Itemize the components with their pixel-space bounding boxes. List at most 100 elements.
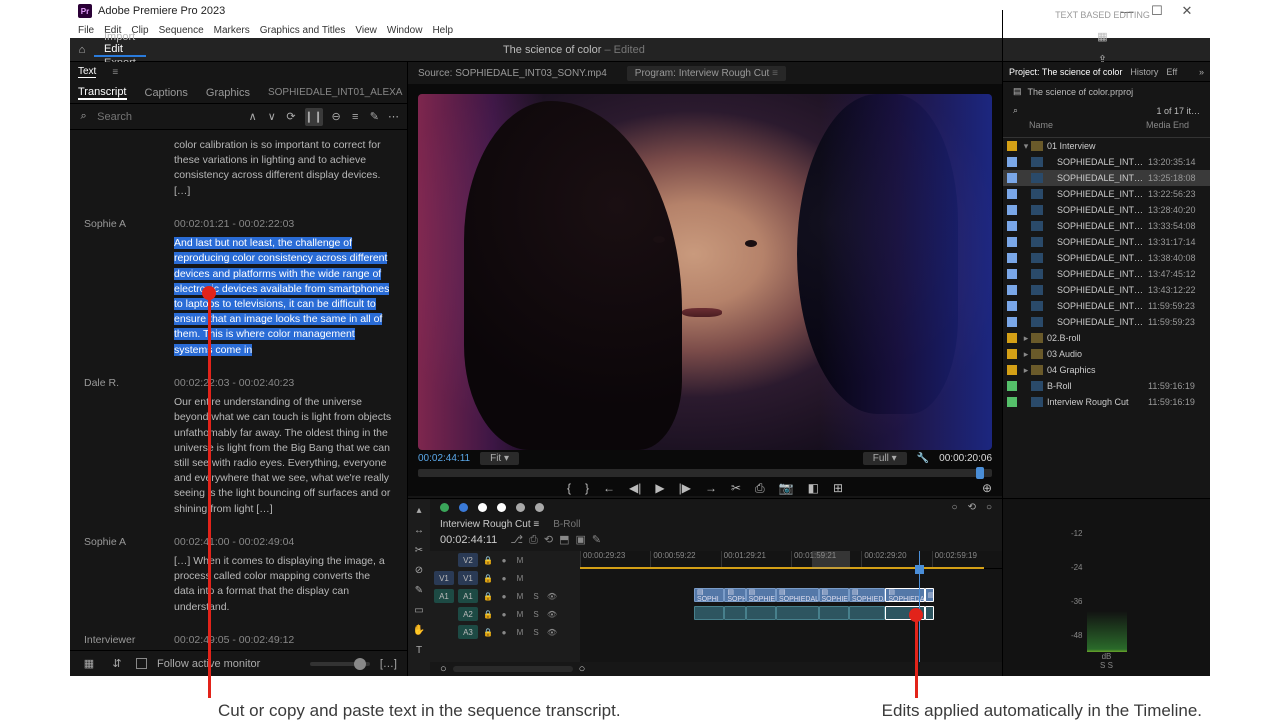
clip[interactable]: ▤ SOPHIE [746, 588, 776, 602]
clip[interactable] [819, 606, 849, 620]
tl-tool[interactable]: ↔ [412, 525, 426, 539]
timecode-range[interactable]: 00:02:49:05 - 00:02:49:12 [174, 633, 393, 648]
playback-btn-9[interactable]: 📷 [779, 481, 794, 496]
clip[interactable]: ▤ SOPHIEDALE_ [849, 588, 885, 602]
program-monitor-label[interactable]: Program: Interview Rough Cut ≡ [627, 66, 786, 81]
menu-markers[interactable]: Markers [214, 25, 250, 36]
playhead[interactable] [919, 551, 920, 662]
track-header-A3[interactable]: A3🔒●MS👁 [430, 623, 580, 641]
subtab-captions[interactable]: Captions [145, 87, 188, 99]
tl-control-icon[interactable]: ⎇ [510, 534, 523, 546]
transcript-text[interactable]: And last but not least, the challenge of… [174, 237, 389, 356]
workspace-import[interactable]: Import [94, 31, 146, 43]
source-monitor-label[interactable]: Source: SOPHIEDALE_INT03_SONY.mp4 [418, 68, 607, 79]
tl-toolbar-icon[interactable]: ○ [952, 502, 958, 513]
refresh-icon[interactable]: ⟳ [285, 108, 296, 126]
tl-control-icon[interactable]: ⬒ [559, 534, 569, 546]
tl-tool[interactable]: ✂ [412, 545, 426, 559]
home-icon[interactable]: ⌂ [70, 44, 94, 56]
project-item[interactable]: ▸02.B-roll [1003, 330, 1210, 346]
menu-graphics-and-titles[interactable]: Graphics and Titles [260, 25, 346, 36]
col-name[interactable]: Name [1009, 120, 1146, 137]
tab-history[interactable]: History [1130, 67, 1158, 77]
tl-tool[interactable]: ▭ [412, 605, 426, 619]
pause-filter-icon[interactable]: ❙❙ [305, 108, 323, 126]
menu-help[interactable]: Help [432, 25, 453, 36]
sequence-tab[interactable]: Interview Rough Cut ≡ [440, 519, 539, 530]
timecode-range[interactable]: 00:02:01:21 - 00:02:22:03 [174, 217, 393, 232]
tl-tool[interactable]: T [412, 645, 426, 659]
menu-window[interactable]: Window [387, 25, 423, 36]
zoom-in-icon[interactable]: ○ [579, 663, 586, 675]
playback-btn-1[interactable]: } [585, 481, 589, 496]
tl-toolbar-icon[interactable]: ⟲ [968, 502, 976, 513]
track-header-A1[interactable]: A1A1🔒●MS👁 [430, 587, 580, 605]
transcript-body[interactable]: color calibration is so important to cor… [70, 130, 407, 650]
project-item[interactable]: SOPHIEDALE_INT01_A13:20:35:14 [1003, 154, 1210, 170]
tl-tool[interactable]: ⊘ [412, 565, 426, 579]
program-monitor[interactable]: 00:02:44:11 Fit ▾ Full ▾ 🔧 00:00:20:06 {… [408, 84, 1002, 496]
playback-btn-6[interactable]: → [705, 481, 717, 496]
assembly-icon[interactable]: ▦ [1097, 30, 1107, 43]
clip[interactable] [724, 606, 745, 620]
clip[interactable]: ▤ SOPHI [694, 588, 724, 602]
playback-btn-3[interactable]: ◀| [629, 481, 641, 496]
zoom-out-icon[interactable]: ○ [440, 663, 447, 675]
project-item[interactable]: Interview Rough Cut11:59:16:19 [1003, 394, 1210, 410]
track-header-V2[interactable]: V2🔒●M [430, 551, 580, 569]
subtab-transcript[interactable]: Transcript [78, 86, 127, 100]
project-item[interactable]: SOPHIEDALE_INT03_IP11:59:59:23 [1003, 314, 1210, 330]
clip[interactable]: ▤ SOPHIEDAL [776, 588, 819, 602]
edit-icon[interactable]: ✎ [369, 108, 380, 126]
clip[interactable]: ▤ [925, 588, 934, 602]
clip[interactable] [925, 606, 934, 620]
text-based-editing-label[interactable]: TEXT BASED EDITING [1055, 10, 1150, 20]
project-item[interactable]: ▸03 Audio [1003, 346, 1210, 362]
filter-icon[interactable]: ⌕ [1013, 105, 1018, 116]
tab-text[interactable]: Text [78, 66, 96, 78]
tl-tool[interactable]: ✋ [412, 625, 426, 639]
tab-project[interactable]: Project: The science of color [1009, 67, 1122, 77]
track-header-V1[interactable]: V1V1🔒●M [430, 569, 580, 587]
transcript-text[interactable]: Our entire understanding of the universe… [174, 396, 391, 515]
tl-control-icon[interactable]: ▣ [575, 534, 585, 546]
footer-icon-1[interactable]: ▦ [80, 655, 98, 673]
clip[interactable] [694, 606, 724, 620]
panel-expand-icon[interactable]: » [1199, 67, 1204, 77]
tl-toolbar-icon[interactable]: ○ [986, 502, 992, 513]
search-input[interactable] [97, 111, 239, 123]
selection-range[interactable] [812, 551, 850, 569]
playback-btn-8[interactable]: ⎙ [755, 481, 765, 496]
clip[interactable] [849, 606, 885, 620]
project-item[interactable]: SOPHIEDALE_INT01_C13:25:18:08 [1003, 170, 1210, 186]
project-item[interactable]: SOPHIEDALE_INT03_S13:43:12:22 [1003, 282, 1210, 298]
project-item[interactable]: SOPHIEDALE_INT02_S13:31:17:14 [1003, 234, 1210, 250]
more-icon[interactable]: ⋯ [388, 108, 399, 126]
project-item[interactable]: SOPHIEDALE_INT01_IP11:59:59:23 [1003, 298, 1210, 314]
transcript-text[interactable]: color calibration is so important to cor… [174, 139, 381, 197]
next-match-icon[interactable]: ∨ [266, 108, 277, 126]
project-item[interactable]: ▾01 Interview [1003, 138, 1210, 154]
timecode-range[interactable]: 00:02:41:00 - 00:02:49:04 [174, 535, 393, 550]
menu-view[interactable]: View [355, 25, 377, 36]
sequence-tab-alt[interactable]: B-Roll [553, 519, 580, 530]
monitor-scrubber[interactable] [418, 469, 992, 477]
marker-color-swatch[interactable] [440, 503, 449, 512]
tab-effects[interactable]: Eff [1166, 67, 1177, 77]
marker-color-swatch[interactable] [478, 503, 487, 512]
project-item[interactable]: SOPHIEDALE_INT03_A13:38:40:08 [1003, 250, 1210, 266]
menu-sequence[interactable]: Sequence [159, 25, 204, 36]
footer-ellipsis-button[interactable]: […] [380, 658, 397, 670]
playback-btn-2[interactable]: ← [603, 481, 615, 496]
playback-btn-11[interactable]: ⊞ [833, 481, 843, 496]
playback-btn-0[interactable]: { [567, 481, 571, 496]
merge-icon[interactable]: ≡ [350, 108, 361, 126]
clip[interactable] [776, 606, 819, 620]
clip[interactable]: ▤ SOPHIEDA [819, 588, 849, 602]
transcript-text[interactable]: […] When it comes to displaying the imag… [174, 555, 385, 613]
resolution-select[interactable]: Full ▾ [863, 452, 907, 465]
marker-color-swatch[interactable] [497, 503, 506, 512]
follow-monitor-checkbox[interactable] [136, 658, 147, 669]
col-media-end[interactable]: Media End [1146, 120, 1204, 137]
project-item[interactable]: ▸04 Graphics [1003, 362, 1210, 378]
